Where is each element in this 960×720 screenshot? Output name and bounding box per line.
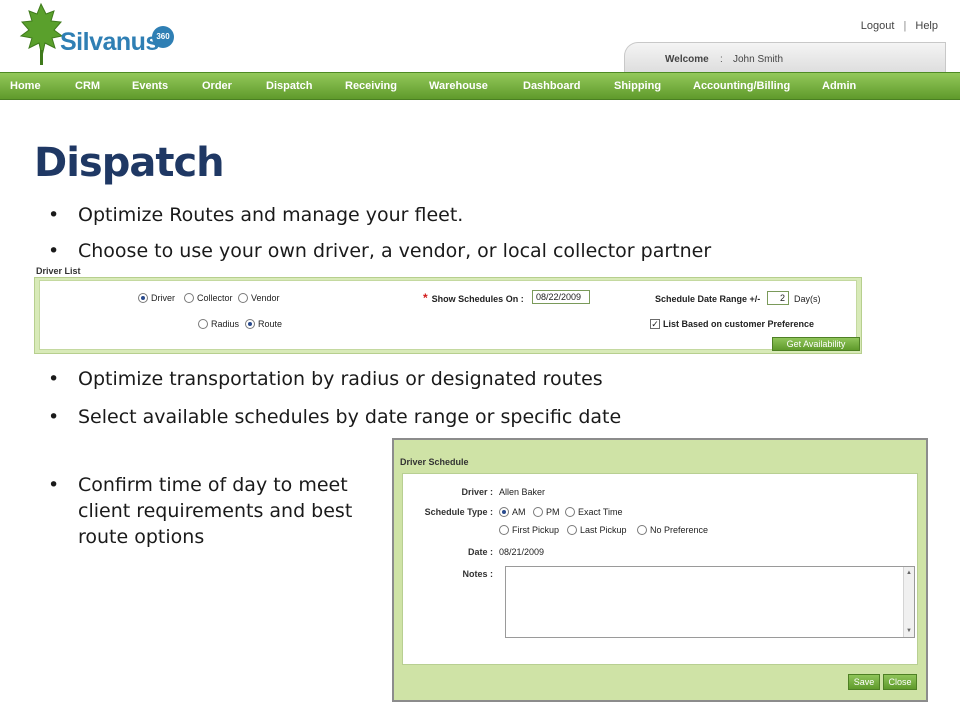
bullet-dot: • — [48, 240, 60, 262]
welcome-label: Welcome — [665, 54, 709, 65]
driver-schedule-form: Driver : Allen Baker Schedule Type : AM … — [402, 473, 918, 665]
bullet-dot: • — [48, 368, 60, 390]
welcome-user-name: John Smith — [733, 54, 784, 65]
show-schedules-text: Show Schedules On : — [431, 294, 524, 304]
radio-indicator — [198, 319, 208, 329]
schedule-type-label: Schedule Type : — [424, 507, 493, 517]
date-range-unit: Day(s) — [794, 294, 821, 304]
radio-indicator — [565, 507, 575, 517]
logout-link[interactable]: Logout — [861, 20, 895, 32]
nav-crm[interactable]: CRM — [75, 80, 100, 92]
radio-label: PM — [546, 507, 560, 517]
radio-exact-time[interactable]: Exact Time — [565, 507, 623, 517]
nav-dispatch[interactable]: Dispatch — [266, 80, 312, 92]
show-schedules-date-input[interactable]: 08/22/2009 — [532, 290, 590, 304]
slide-title: Dispatch — [34, 140, 225, 186]
silvanus-logo[interactable]: Silvanus 360 — [14, 0, 184, 70]
logo-badge: 360 — [152, 26, 174, 48]
date-range-label: Schedule Date Range +/- — [655, 294, 761, 304]
bullet-text: Select available schedules by date range… — [78, 406, 622, 428]
radio-label: First Pickup — [512, 525, 560, 535]
nav-order[interactable]: Order — [202, 80, 232, 92]
radio-radius[interactable]: Radius — [198, 319, 239, 329]
radio-label: Last Pickup — [580, 525, 627, 535]
radio-label: Exact Time — [578, 507, 623, 517]
nav-shipping[interactable]: Shipping — [614, 80, 661, 92]
logo-wordmark: Silvanus — [60, 28, 159, 56]
top-links: Logout | Help — [861, 20, 938, 32]
date-range-input[interactable]: 2 — [767, 291, 789, 305]
close-button[interactable]: Close — [883, 674, 917, 690]
nav-events[interactable]: Events — [132, 80, 168, 92]
radio-indicator — [499, 525, 509, 535]
checkbox-indicator: ✓ — [650, 319, 660, 329]
radio-route[interactable]: Route — [245, 319, 282, 329]
driver-list-label: Driver List — [36, 266, 81, 276]
bullet-text: Optimize Routes and manage your fleet. — [78, 204, 464, 226]
radio-indicator — [533, 507, 543, 517]
welcome-colon: : — [720, 54, 723, 65]
welcome-tab: Welcome : John Smith — [624, 42, 946, 72]
date-label: Date : — [467, 547, 493, 557]
radio-indicator — [138, 293, 148, 303]
radio-indicator — [245, 319, 255, 329]
checkbox-label: List Based on customer Preference — [663, 319, 815, 329]
leaf-icon — [19, 2, 64, 65]
link-separator: | — [903, 20, 907, 32]
notes-label: Notes : — [462, 569, 493, 579]
radio-label: Radius — [211, 319, 240, 329]
radio-indicator — [567, 525, 577, 535]
radio-driver[interactable]: Driver — [138, 293, 175, 303]
radio-vendor[interactable]: Vendor — [238, 293, 280, 303]
radio-label: No Preference — [650, 525, 709, 535]
notes-textarea[interactable]: ▲ ▼ — [505, 566, 915, 638]
nav-dashboard[interactable]: Dashboard — [523, 80, 580, 92]
nav-admin[interactable]: Admin — [822, 80, 856, 92]
notes-scrollbar[interactable]: ▲ ▼ — [903, 567, 914, 637]
radio-indicator — [499, 507, 509, 517]
main-nav: Home CRM Events Order Dispatch Receiving… — [0, 72, 960, 100]
radio-label: AM — [512, 507, 526, 517]
bullet-text: Confirm time of day to meet client requi… — [78, 474, 353, 548]
driver-schedule-dialog: Driver Schedule Driver : Allen Baker Sch… — [392, 438, 928, 702]
driver-label: Driver : — [461, 487, 493, 497]
radio-label: Collector — [197, 293, 233, 303]
bullet-dot: • — [48, 204, 60, 226]
driver-list-panel: Driver Collector Vendor Radius Route * Sh… — [34, 277, 862, 354]
bullet-text: Optimize transportation by radius or des… — [78, 368, 603, 390]
radio-last-pickup[interactable]: Last Pickup — [567, 525, 627, 535]
save-button[interactable]: Save — [848, 674, 880, 690]
preference-checkbox[interactable]: ✓ List Based on customer Preference — [650, 319, 814, 329]
date-value: 08/21/2009 — [499, 547, 545, 557]
nav-warehouse[interactable]: Warehouse — [429, 80, 488, 92]
show-schedules-label: * Show Schedules On : — [423, 291, 524, 305]
radio-collector[interactable]: Collector — [184, 293, 233, 303]
radio-indicator — [238, 293, 248, 303]
driver-value: Allen Baker — [499, 487, 546, 497]
bullet-text: Choose to use your own driver, a vendor,… — [78, 240, 712, 262]
get-availability-button[interactable]: Get Availability — [772, 337, 860, 351]
nav-receiving[interactable]: Receiving — [345, 80, 397, 92]
radio-label: Driver — [151, 293, 175, 303]
radio-label: Vendor — [251, 293, 280, 303]
driver-schedule-title: Driver Schedule — [400, 457, 469, 467]
radio-indicator — [184, 293, 194, 303]
radio-am[interactable]: AM — [499, 507, 526, 517]
nav-home[interactable]: Home — [10, 80, 41, 92]
radio-first-pickup[interactable]: First Pickup — [499, 525, 559, 535]
bullet-dot: • — [48, 406, 60, 428]
app-header: Silvanus 360 Logout | Help Welcome : Joh… — [0, 0, 960, 72]
radio-label: Route — [258, 319, 283, 329]
radio-no-preference[interactable]: No Preference — [637, 525, 708, 535]
help-link[interactable]: Help — [915, 20, 938, 32]
driver-list-form: Driver Collector Vendor Radius Route * Sh… — [39, 280, 860, 351]
bullet-dot: • — [48, 474, 60, 496]
scroll-up-icon[interactable]: ▲ — [906, 570, 912, 576]
required-mark: * — [423, 291, 428, 305]
radio-indicator — [637, 525, 647, 535]
nav-accounting[interactable]: Accounting/Billing — [693, 80, 790, 92]
scroll-down-icon[interactable]: ▼ — [906, 628, 912, 634]
radio-pm[interactable]: PM — [533, 507, 560, 517]
